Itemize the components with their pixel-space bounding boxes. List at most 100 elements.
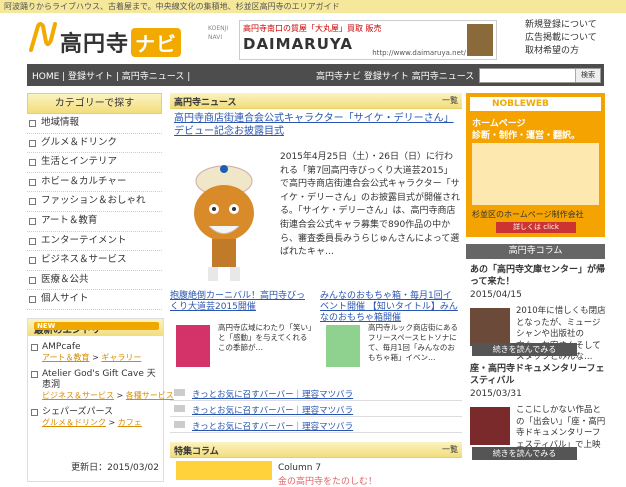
plus-box-icon: [29, 217, 36, 225]
entry-categories: アート＆教育 > ギャラリー: [42, 353, 142, 362]
post-date: 2015/03/31: [470, 389, 522, 399]
header-link-interview[interactable]: 取材希望の方: [525, 45, 615, 58]
logo-mark-icon: [29, 22, 57, 52]
plus-box-icon: [31, 371, 38, 378]
latest-entries: 最新のエントリー NEW AMPcafe アート＆教育 > ギャラリー Atel…: [27, 318, 174, 482]
nav-left-links[interactable]: HOME | 登録サイト | 高円寺ニュース |: [32, 69, 190, 82]
news-item-title[interactable]: 抱腹絶倒カーニバル！高円寺びっくり大道芸2015開催: [170, 291, 310, 313]
feature-title[interactable]: 高円寺商店街連合会公式キャラクター「サイケ・デリーさん」デビュー記念お披露目式: [174, 112, 462, 138]
plus-box-icon: [29, 257, 36, 265]
entry-title[interactable]: AMPcafe: [42, 342, 163, 353]
search-input[interactable]: [480, 69, 576, 80]
category-item[interactable]: ホビー＆カルチャー: [27, 173, 162, 193]
site-logo[interactable]: 高円寺 ナビ KOENJI NAVI: [28, 20, 228, 60]
news-link-row[interactable]: きっとお気に召すバーバー｜理容マツバラ: [170, 419, 462, 433]
ad-cta-button[interactable]: 詳しくは click: [496, 222, 576, 233]
column-image[interactable]: [176, 461, 272, 480]
plus-box-icon: [29, 139, 36, 147]
header-link-ads[interactable]: 広告掲載について: [525, 32, 615, 45]
news-link[interactable]: きっとお気に召すバーバー｜理容マツバラ: [192, 404, 353, 416]
entry-subcategory-link[interactable]: ギャラリー: [101, 353, 141, 362]
news-item[interactable]: みんなのおもちゃ箱・毎月1回イベント開催 【知いタイトル】みんなのおもちゃ箱開催…: [320, 291, 460, 367]
category-item[interactable]: 生活とインテリア: [27, 153, 162, 173]
column-header: 特集コラム 一覧: [170, 442, 462, 458]
category-header: カテゴリーで探す: [27, 93, 162, 114]
entry-subcategory-link[interactable]: 各種サービス: [126, 391, 174, 400]
logo-text: 高円寺 ナビ: [60, 26, 182, 58]
post-image: [470, 407, 510, 445]
plus-box-icon: [31, 344, 38, 351]
feature-text: 2015年4月25日（土）・26日（日）に行われる「第7回高円寺びっくり大道芸2…: [280, 152, 461, 258]
plus-box-icon: [29, 276, 36, 284]
news-header-title: 高円寺ニュース: [174, 98, 237, 108]
read-more-button[interactable]: 続きを読んでみる: [472, 447, 577, 460]
daimaruya-banner[interactable]: 高円寺南口の質屋「大丸屋」買取 販売 DAIMARUYA http://www.…: [239, 20, 497, 60]
news-item-text: 高円寺ルック商店街にあるフリースペースヒトソナにて、毎月1回「みんなのおもちゃ箱…: [368, 323, 458, 362]
nav-right-links[interactable]: 高円寺ナビ 登録サイト 高円寺ニュース: [316, 69, 474, 82]
news-item-title[interactable]: みんなのおもちゃ箱・毎月1回イベント開催 【知いタイトル】みんなのおもちゃ箱開催: [320, 291, 460, 324]
news-more-link[interactable]: 一覧: [442, 95, 458, 106]
post-title[interactable]: あの「高円寺文庫センター」が帰って来た！: [470, 264, 605, 288]
header-link-register[interactable]: 新規登録について: [525, 19, 615, 32]
tagline: 阿波踊りからライブハウス、古着屋まで。中央線文化の集積地、杉並区高円寺のエリアガ…: [4, 2, 340, 11]
ad-line3: 杉並区のホームページ制作会社: [472, 210, 584, 219]
pr-icon: [174, 405, 185, 412]
category-panel: カテゴリーで探す 地域情報 グルメ＆ドリンク 生活とインテリア ホビー＆カルチャ…: [27, 93, 162, 310]
entry-title[interactable]: Atelier God's Gift Cave 天恵洞: [42, 369, 163, 391]
category-item[interactable]: グルメ＆ドリンク: [27, 134, 162, 154]
category-item[interactable]: アート＆教育: [27, 212, 162, 232]
read-more-button[interactable]: 続きを読んでみる: [472, 343, 577, 356]
entry-category-link[interactable]: アート＆教育: [42, 353, 90, 362]
column-number: Column 7: [278, 463, 322, 473]
plus-box-icon: [29, 237, 36, 245]
news-section: 高円寺ニュース 一覧 高円寺商店街連合会公式キャラクター「サイケ・デリーさん」デ…: [170, 93, 462, 487]
category-item[interactable]: 個人サイト: [27, 290, 162, 310]
list-item[interactable]: AMPcafe アート＆教育 > ギャラリー: [28, 342, 163, 363]
category-item[interactable]: ファッション＆おしゃれ: [27, 192, 162, 212]
column-more-link[interactable]: 一覧: [442, 444, 458, 455]
entry-category-link[interactable]: ビジネス＆サービス: [42, 391, 114, 400]
logo-sub: KOENJI NAVI: [208, 25, 229, 41]
news-link-row[interactable]: きっとお気に召すバーバー｜理容マツバラ: [170, 403, 462, 417]
mascot-image[interactable]: [174, 151, 274, 286]
list-item[interactable]: シェパーズパース グルメ＆ドリンク > カフェ: [28, 407, 163, 428]
news-link-row[interactable]: きっとお気に召すバーバー｜理容マツバラ: [170, 387, 462, 401]
tagline-bar: 阿波踊りからライブハウス、古着屋まで。中央線文化の集積地、杉並区高円寺のエリアガ…: [0, 0, 626, 13]
ad-brand: NOBLEWEB: [492, 99, 549, 109]
news-link[interactable]: きっとお気に召すバーバー｜理容マツバラ: [192, 420, 353, 432]
pr-icon: [174, 389, 185, 396]
pr-icon: [174, 421, 185, 428]
plus-box-icon: [29, 178, 36, 186]
post-title[interactable]: 座・高円寺ドキュメンタリーフェスティバル: [470, 363, 605, 387]
list-item[interactable]: Atelier God's Gift Cave 天恵洞 ビジネス＆サービス > …: [28, 369, 174, 401]
news-item-text: 高円寺広域にわたり「笑い」と「感動」を与えてくれるこの季節が…: [218, 323, 312, 352]
category-item[interactable]: 医療＆公共: [27, 271, 162, 291]
list-item[interactable]: あの「高円寺文庫センター」が帰って来た！ 2015/04/15 2010年に惜し…: [470, 264, 606, 374]
entry-subcategory-link[interactable]: カフェ: [118, 418, 142, 427]
category-item[interactable]: 地域情報: [27, 114, 162, 134]
post-image: [470, 308, 510, 346]
column-section-title: 高円寺コラム: [466, 244, 605, 259]
entry-category-link[interactable]: グルメ＆ドリンク: [42, 418, 106, 427]
post-date: 2015/04/15: [470, 290, 522, 300]
column-subtitle[interactable]: 金の高円寺をたのしむ！: [278, 474, 377, 487]
search-button[interactable]: 検索: [575, 69, 600, 82]
ad-line2: 診断・制作・運営・翻訳。: [472, 131, 581, 141]
banner-line1: 高円寺南口の質屋「大丸屋」買取 販売: [243, 24, 382, 33]
plus-box-icon: [29, 120, 36, 127]
plus-box-icon: [29, 296, 36, 304]
column-header-title: 特集コラム: [174, 447, 219, 457]
nobleweb-ad[interactable]: NOBLEWEB ホームページ 診断・制作・運営・翻訳。 杉並区のホームページ制…: [466, 93, 605, 237]
header-links: 新規登録について 広告掲載について 取材希望の方: [525, 19, 615, 58]
news-item[interactable]: 抱腹絶倒カーニバル！高円寺びっくり大道芸2015開催 高円寺広域にわたり「笑い」…: [170, 291, 312, 367]
category-item[interactable]: エンターテイメント: [27, 232, 162, 252]
news-link[interactable]: きっとお気に召すバーバー｜理容マツバラ: [192, 388, 353, 400]
ad-staff-photo: [472, 143, 599, 205]
ad-brand-bar: NOBLEWEB: [470, 97, 601, 111]
plus-box-icon: [29, 159, 36, 167]
main-nav: HOME | 登録サイト | 高円寺ニュース | 高円寺ナビ 登録サイト 高円寺…: [27, 64, 604, 86]
banner-photo: [467, 24, 493, 56]
entry-title[interactable]: シェパーズパース: [42, 407, 163, 418]
category-item[interactable]: ビジネス＆サービス: [27, 251, 162, 271]
entry-categories: グルメ＆ドリンク > カフェ: [42, 418, 142, 427]
